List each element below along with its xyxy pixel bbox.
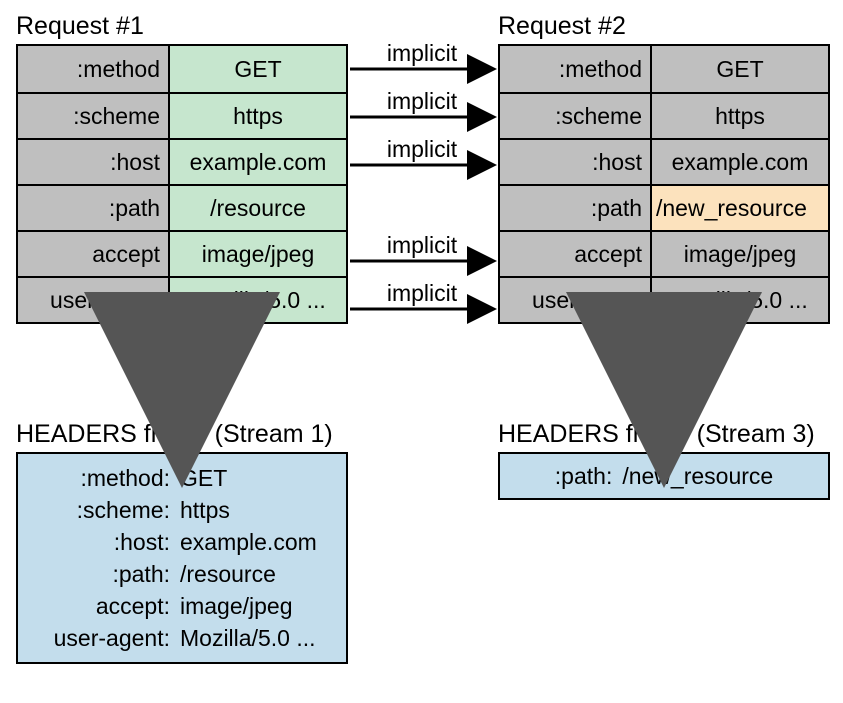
header-key: :method <box>18 46 170 92</box>
table-row: :scheme https <box>500 92 828 138</box>
header-key: :host <box>500 140 652 184</box>
frame-line: :host:example.com <box>24 526 340 558</box>
frame-line: :path:/resource <box>24 558 340 590</box>
frame-value: image/jpeg <box>176 593 293 620</box>
frame-value: GET <box>176 465 227 492</box>
header-key: :scheme <box>500 94 652 138</box>
frame-key: :method: <box>24 465 176 492</box>
frame2-title: HEADERS frame (Stream 3) <box>498 420 815 449</box>
implicit-label: implicit <box>372 88 472 115</box>
headers-frame-2: :path: /new_resource <box>498 452 830 500</box>
frame-key: :path: <box>555 463 613 490</box>
header-value: GET <box>170 46 346 92</box>
table-row: accept image/jpeg <box>500 230 828 276</box>
header-value: Mozilla/5.0 ... <box>170 278 346 322</box>
request2-table: :method GET :scheme https :host example.… <box>498 44 830 324</box>
header-value: GET <box>652 46 828 92</box>
header-value: example.com <box>652 140 828 184</box>
table-row: :host example.com <box>18 138 346 184</box>
header-key: :host <box>18 140 170 184</box>
implicit-label: implicit <box>372 280 472 307</box>
frame-value: example.com <box>176 529 317 556</box>
implicit-label: implicit <box>372 40 472 67</box>
request1-title: Request #1 <box>16 12 144 41</box>
table-row: :method GET <box>500 46 828 92</box>
header-value: image/jpeg <box>652 232 828 276</box>
implicit-label: implicit <box>372 136 472 163</box>
frame1-title: HEADERS frame (Stream 1) <box>16 420 333 449</box>
table-row: :path /resource <box>18 184 346 230</box>
header-value: example.com <box>170 140 346 184</box>
table-row: :scheme https <box>18 92 346 138</box>
frame-value: Mozilla/5.0 ... <box>176 625 316 652</box>
frame-value: /resource <box>176 561 276 588</box>
header-key: :method <box>500 46 652 92</box>
implicit-label: implicit <box>372 232 472 259</box>
frame-value: https <box>176 497 230 524</box>
table-row: user-agent Mozilla/5.0 ... <box>500 276 828 322</box>
header-value: image/jpeg <box>170 232 346 276</box>
table-row: :host example.com <box>500 138 828 184</box>
header-value: /new_resource <box>652 186 828 230</box>
table-row: :method GET <box>18 46 346 92</box>
frame-line: :path: /new_resource <box>506 460 822 492</box>
frame-key: accept: <box>24 593 176 620</box>
diagram-canvas: Request #1 Request #2 :method GET :schem… <box>12 12 831 691</box>
frame-key: :scheme: <box>24 497 176 524</box>
table-row: user-agent Mozilla/5.0 ... <box>18 276 346 322</box>
header-value: https <box>652 94 828 138</box>
frame-value: /new_resource <box>622 463 773 490</box>
frame-line: accept:image/jpeg <box>24 590 340 622</box>
table-row: accept image/jpeg <box>18 230 346 276</box>
header-value: Mozilla/5.0 ... <box>652 278 828 322</box>
header-key: :path <box>500 186 652 230</box>
header-key: user-agent <box>18 278 170 322</box>
header-key: accept <box>500 232 652 276</box>
header-key: accept <box>18 232 170 276</box>
header-value: /resource <box>170 186 346 230</box>
header-key: :scheme <box>18 94 170 138</box>
headers-frame-1: :method:GET :scheme:https :host:example.… <box>16 452 348 664</box>
table-row: :path /new_resource <box>500 184 828 230</box>
header-value: https <box>170 94 346 138</box>
header-key: user-agent <box>500 278 652 322</box>
header-key: :path <box>18 186 170 230</box>
request1-table: :method GET :scheme https :host example.… <box>16 44 348 324</box>
frame-key: :host: <box>24 529 176 556</box>
frame-line: :method:GET <box>24 462 340 494</box>
frame-key: :path: <box>24 561 176 588</box>
frame-line: user-agent:Mozilla/5.0 ... <box>24 622 340 654</box>
frame-key: user-agent: <box>24 625 176 652</box>
request2-title: Request #2 <box>498 12 626 41</box>
frame-line: :scheme:https <box>24 494 340 526</box>
